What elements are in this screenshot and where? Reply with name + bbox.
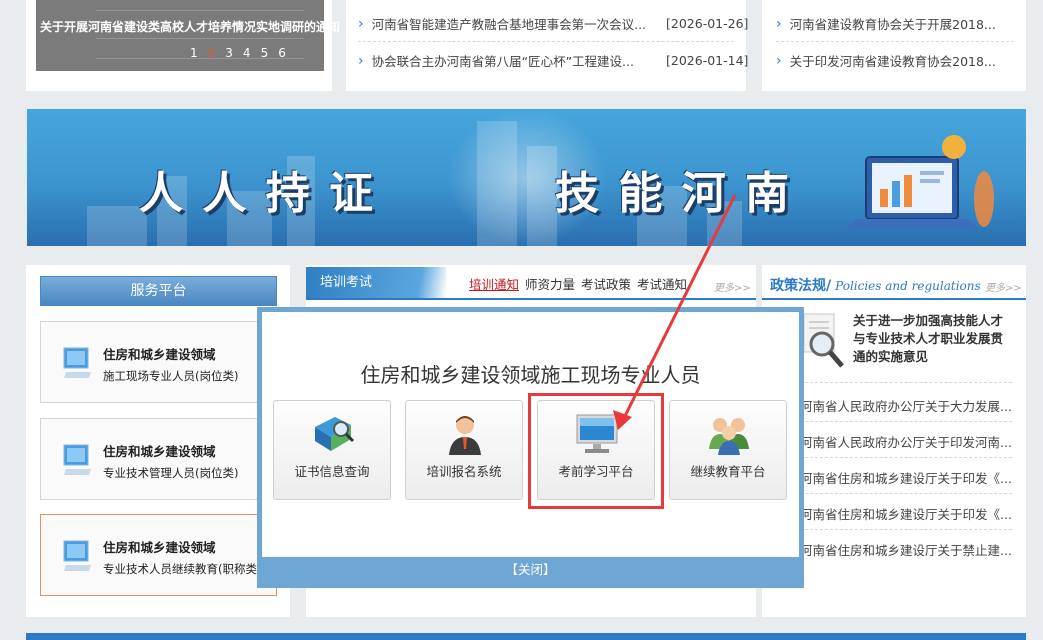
policy-title-cn: 政策法规/: [770, 278, 832, 294]
service-item-management[interactable]: 住房和城乡建设领域 专业技术管理人员(岗位类): [40, 418, 277, 500]
banner-slogan-right: 技 能 河 南: [555, 168, 791, 219]
divider: [800, 457, 1012, 458]
news-title[interactable]: 河南省建设教育协会关于开展2018...: [790, 14, 996, 33]
slider-page-5[interactable]: 5: [261, 46, 269, 60]
policy-divider: [762, 298, 1026, 300]
banner-slogan-left: 人 人 持 证: [139, 168, 375, 219]
divider: [800, 529, 1012, 530]
monitor-icon: [63, 347, 91, 378]
tile-continuing-education[interactable]: 继续教育平台: [669, 400, 787, 500]
service-item-title: 住房和城乡建设领域: [103, 444, 216, 459]
news-list-card: › 河南省智能建造产教融合基地理事会第一次会议... [2026-01-26] …: [346, 0, 749, 91]
building-shape: [87, 206, 147, 246]
divider: [800, 493, 1012, 494]
service-item-subtitle: 专业技术管理人员(岗位类): [103, 466, 239, 480]
tab-training-exam[interactable]: 培训考试: [306, 267, 446, 298]
slider-page-2[interactable]: 2: [208, 46, 216, 60]
service-item-subtitle: 施工现场专业人员(岗位类): [103, 369, 239, 383]
magnifier-icon: [803, 313, 844, 368]
person-icon: [449, 416, 481, 455]
modal-title: 住房和城乡建设领域施工现场专业人员: [360, 363, 701, 387]
tile-training-registration[interactable]: 培训报名系统: [405, 400, 523, 500]
news-item[interactable]: › 协会联合主办河南省第八届“匠心杯”工程建设...: [358, 51, 634, 70]
service-item-field-staff[interactable]: 住房和城乡建设领域 施工现场专业人员(岗位类): [40, 321, 277, 403]
modal-close-button[interactable]: 【关闭】: [262, 557, 799, 583]
news-list-card-right: › 河南省建设教育协会关于开展2018... › 关于印发河南省建设教育协会20…: [762, 0, 1026, 91]
chevron-right-icon: ›: [358, 15, 364, 32]
tab-exam-policy[interactable]: 考试政策: [581, 274, 631, 293]
chevron-right-icon: ›: [776, 52, 782, 69]
service-item-title: 住房和城乡建设领域: [103, 540, 216, 555]
group-icon: [709, 418, 749, 455]
service-item-continuing-education[interactable]: 住房和城乡建设领域 专业技术人员继续教育(职称类: [40, 514, 277, 596]
promo-banner[interactable]: 人 人 持 证 技 能 河 南: [27, 109, 1026, 246]
monitor-icon: [63, 540, 91, 571]
news-item[interactable]: › 河南省建设教育协会关于开展2018...: [776, 14, 996, 33]
policy-item[interactable]: 河南省住房和城乡建设厅关于印发《...: [800, 504, 1012, 523]
highlight-box: [528, 393, 664, 509]
news-title[interactable]: 关于印发河南省建设教育协会2018...: [790, 51, 996, 70]
news-date: [2026-01-14]: [666, 53, 749, 68]
news-title[interactable]: 河南省智能建造产教融合基地理事会第一次会议...: [372, 14, 646, 33]
slider-caption[interactable]: 关于开展河南省建设类高校人才培养情况实地调研的通知: [40, 18, 340, 35]
divider: [776, 41, 1014, 42]
slider-page-3[interactable]: 3: [225, 46, 233, 60]
book-search-icon: [315, 417, 355, 451]
policy-item[interactable]: 河南省住房和城乡建设厅关于禁止建...: [800, 540, 1012, 559]
policy-feature-link[interactable]: 关于进一步加强高技能人才与专业技术人才职业发展贯通的实施意见: [853, 312, 1013, 366]
divider: [800, 421, 1012, 422]
tile-label: 证书信息查询: [294, 464, 370, 479]
divider: [800, 382, 1012, 383]
slider-image[interactable]: [36, 0, 324, 71]
policy-item[interactable]: 河南省人民政府办公厅关于印发河南...: [800, 432, 1012, 451]
tile-certificate-query[interactable]: 证书信息查询: [273, 400, 391, 500]
policy-more-link[interactable]: 更多>>: [985, 279, 1022, 294]
news-date: [2026-01-26]: [666, 16, 749, 31]
tab-training-notice[interactable]: 培训通知: [469, 274, 519, 293]
policy-header: 政策法规/ Policies and regulations: [770, 275, 981, 295]
slider-page-6[interactable]: 6: [278, 46, 286, 60]
slider-page-4[interactable]: 4: [243, 46, 251, 60]
service-platform-header: 服务平台: [40, 276, 277, 306]
service-item-title: 住房和城乡建设领域: [103, 347, 216, 362]
news-item[interactable]: › 河南省智能建造产教融合基地理事会第一次会议...: [358, 14, 646, 33]
laptop-illustration-icon: [846, 135, 994, 229]
policy-item[interactable]: 河南省住房和城乡建设厅关于印发《...: [800, 468, 1012, 487]
tile-label: 培训报名系统: [426, 464, 502, 479]
divider: [358, 41, 734, 42]
tile-label: 继续教育平台: [690, 464, 766, 479]
tab-faculty[interactable]: 师资力量: [525, 274, 575, 293]
training-links: 培训通知 师资力量 考试政策 考试通知: [469, 274, 687, 293]
slider-page-1[interactable]: 1: [190, 46, 198, 60]
policy-title-en: Policies and regulations: [835, 279, 981, 293]
slider-pagination: 1 2 3 4 5 6: [190, 46, 286, 60]
service-item-subtitle: 专业技术人员继续教育(职称类: [103, 562, 257, 576]
footer-strip: [26, 633, 1026, 640]
chevron-right-icon: ›: [776, 15, 782, 32]
policy-item[interactable]: 河南省人民政府办公厅关于大力发展...: [800, 396, 1012, 415]
chevron-right-icon: ›: [358, 52, 364, 69]
news-item[interactable]: › 关于印发河南省建设教育协会2018...: [776, 51, 996, 70]
news-title[interactable]: 协会联合主办河南省第八届“匠心杯”工程建设...: [372, 51, 634, 70]
tab-exam-notice[interactable]: 考试通知: [637, 274, 687, 293]
training-more-link[interactable]: 更多>>: [714, 279, 751, 294]
monitor-icon: [63, 444, 91, 475]
